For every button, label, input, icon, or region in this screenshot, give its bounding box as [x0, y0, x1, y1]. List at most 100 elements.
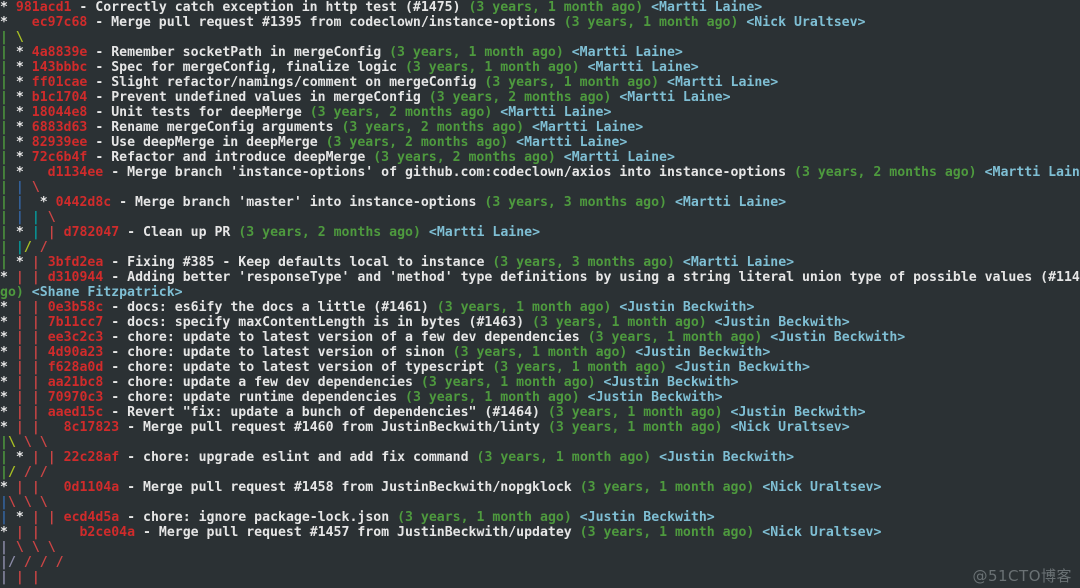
log-commit-row: * | | 70970c3 - chore: update runtime de… [0, 390, 1080, 405]
commit-subject: Prevent undefined values in mergeConfig [111, 90, 429, 105]
commit-separator: - [103, 270, 128, 285]
log-commit-row: * | | d310944 - Adding better 'responseT… [0, 270, 1080, 285]
log-commit-row: * | | aaed15c - Revert "fix: update a bu… [0, 405, 1080, 420]
commit-author: <Nick Uraltsev> [762, 480, 882, 495]
commit-author: <Justin Beckwith> [635, 345, 771, 360]
graph-line-segment: | [0, 90, 8, 105]
commit-hash: 143bbbc [31, 60, 88, 75]
commit-node-marker: * [0, 300, 8, 315]
graph-line-segment: | [0, 570, 8, 585]
commit-separator: - [103, 360, 128, 375]
commit-date: (3 years, 3 months ago) [492, 255, 683, 270]
graph-line-segment: | [0, 105, 8, 120]
commit-separator: - [87, 105, 112, 120]
commit-hash: d310944 [47, 270, 104, 285]
commit-node-marker: * [15, 255, 24, 270]
commit-subject: Use deepMerge in deepMerge [111, 135, 326, 150]
commit-hash: 18044e8 [31, 105, 88, 120]
commit-node-marker: * [0, 420, 8, 435]
commit-author: <Shane Fitzpatrick> [31, 285, 183, 300]
graph-line-segment: | [31, 405, 40, 420]
log-commit-row: * | | 8c17823 - Merge pull request #1460… [0, 420, 1080, 435]
graph-line-segment: \ [31, 180, 40, 195]
log-commit-row: | * 18044e8 - Unit tests for deepMerge (… [0, 105, 1080, 120]
commit-date: (3 years, 1 month ago) [484, 75, 667, 90]
commit-subject: Slight refactor/namings/comment on merge… [111, 75, 485, 90]
graph-line-segment: \ [47, 540, 56, 555]
graph-line-segment: | [31, 360, 40, 375]
graph-line-segment: \ [23, 495, 32, 510]
graph-line-segment: / [39, 555, 48, 570]
graph-line-segment: \ [15, 30, 24, 45]
commit-separator: - [87, 75, 112, 90]
commit-hash: 7b11cc7 [47, 315, 104, 330]
commit-separator: - [87, 150, 112, 165]
commit-separator: - [87, 45, 112, 60]
commit-separator: - [119, 480, 143, 495]
commit-date: (3 years, 1 month ago) [476, 450, 660, 465]
log-graph-row: | |/ / [0, 240, 1080, 255]
graph-line-segment: | [0, 75, 8, 90]
commit-date: (3 years, 2 months ago) [428, 90, 620, 105]
commit-author: <Martti Laine> [667, 75, 779, 90]
graph-line-segment: / [39, 465, 48, 480]
commit-hash: b1c1704 [31, 90, 88, 105]
commit-subject: chore: upgrade eslint and add fix comman… [143, 450, 477, 465]
graph-line-segment: | [15, 345, 24, 360]
graph-line-segment: / [23, 240, 32, 255]
commit-node-marker: * [15, 165, 48, 180]
graph-line-segment: | [15, 570, 24, 585]
log-commit-row: | * | | ecd4d5a - chore: ignore package-… [0, 510, 1080, 525]
graph-line-segment: | [15, 405, 24, 420]
commit-author: <Justin Beckwith> [603, 375, 739, 390]
graph-line-segment: | [0, 240, 8, 255]
commit-separator: - [87, 90, 112, 105]
commit-node-marker: * [0, 15, 32, 30]
graph-line-segment: / [23, 555, 32, 570]
log-graph-row: |/ / / / [0, 555, 1080, 570]
commit-date: (3 years, 2 months ago) [341, 120, 533, 135]
terminal-window[interactable]: * 981acd1 - Correctly catch exception in… [0, 0, 1080, 588]
commit-author: <Martti Laine> [619, 90, 731, 105]
commit-author: <Martti Laine> [563, 150, 675, 165]
commit-hash: aa21bc8 [47, 375, 104, 390]
commit-date: (3 years, 1 month ago) [397, 510, 580, 525]
git-log-output: * 981acd1 - Correctly catch exception in… [0, 0, 1080, 585]
graph-line-segment: | [15, 420, 24, 435]
graph-line-segment: | [31, 270, 40, 285]
commit-subject: Adding better 'responseType' and 'method… [127, 270, 1080, 285]
commit-date: (3 years, 1 month ago) [452, 345, 636, 360]
commit-hash: 82939ee [31, 135, 88, 150]
graph-line-segment: | [15, 315, 24, 330]
graph-line-segment: | [31, 570, 40, 585]
commit-date: (3 years, 2 months ago) [309, 105, 501, 120]
commit-node-marker: * [0, 375, 8, 390]
commit-subject: chore: update runtime dependencies [127, 390, 406, 405]
graph-line-segment: | [15, 195, 24, 210]
log-graph-row: | | \ [0, 180, 1080, 195]
log-commit-row: * | | ee3c2c3 - chore: update to latest … [0, 330, 1080, 345]
graph-line-segment: / [7, 555, 16, 570]
graph-line-segment: | [31, 510, 40, 525]
commit-hash: 22c28af [63, 450, 120, 465]
graph-line-segment: \ [7, 435, 16, 450]
commit-date: (3 years, 1 month ago) [389, 45, 572, 60]
graph-line-segment: | [0, 165, 8, 180]
commit-hash: 4d90a23 [47, 345, 104, 360]
commit-subject: Remember socketPath in mergeConfig [111, 45, 390, 60]
graph-line-segment: | [15, 375, 24, 390]
log-commit-row: | * | 3bfd2ea - Fixing #385 - Keep defau… [0, 255, 1080, 270]
commit-subject: Unit tests for deepMerge [111, 105, 310, 120]
log-commit-row: | * ff01cae - Slight refactor/namings/co… [0, 75, 1080, 90]
log-commit-row: | * | | 22c28af - chore: upgrade eslint … [0, 450, 1080, 465]
commit-node-marker: * [15, 120, 32, 135]
commit-hash: 72c6b4f [31, 150, 88, 165]
graph-line-segment: | [47, 510, 56, 525]
log-commit-row: * ec97c68 - Merge pull request #1395 fro… [0, 15, 1080, 30]
commit-separator: - [103, 300, 128, 315]
log-commit-row: * 981acd1 - Correctly catch exception in… [0, 0, 1080, 15]
log-graph-row: | \ \ \ [0, 540, 1080, 555]
graph-line-segment: | [0, 225, 8, 240]
commit-separator: - [119, 225, 144, 240]
graph-line-segment: | [31, 525, 40, 540]
